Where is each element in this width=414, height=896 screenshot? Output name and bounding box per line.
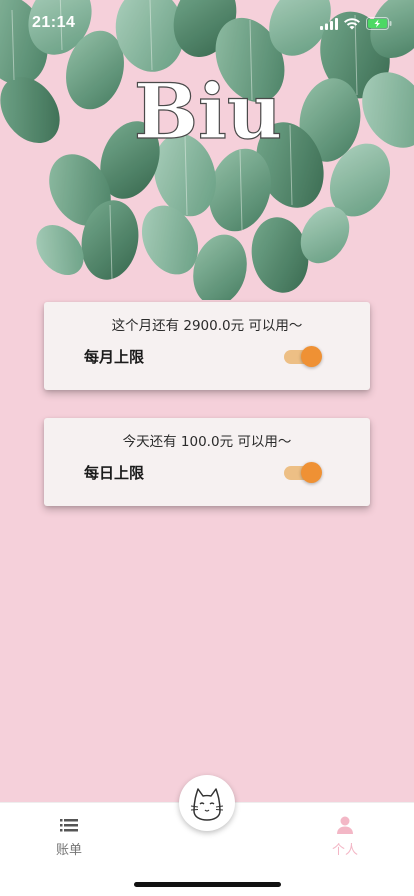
status-icons [320,17,392,30]
tab-profile-label: 个人 [331,843,358,858]
cat-face-icon [190,788,224,821]
daily-limit-label: 每日上限 [84,464,145,482]
daily-limit-toggle[interactable] [284,461,322,483]
tab-bill[interactable]: 账单 [9,803,129,863]
list-icon [60,819,78,832]
daily-budget-card: 今天还有 100.0元 可以用～ 每日上限 [44,418,370,506]
home-indicator [134,882,281,887]
add-record-button[interactable] [179,775,235,831]
monthly-budget-card: 这个月还有 2900.0元 可以用～ 每月上限 [44,302,370,390]
toggle-thumb [301,462,322,483]
daily-remaining-text: 今天还有 100.0元 可以用～ [122,434,292,450]
battery-charging-icon [366,17,392,30]
toggle-thumb [301,346,322,367]
logo-text: Biu [134,67,282,155]
monthly-remaining-text: 这个月还有 2900.0元 可以用～ [111,318,303,334]
signal-icon [320,17,338,30]
tab-profile[interactable]: 个人 [285,803,405,863]
profile-page: 21:14 Biu 这个月还有 2900.0元 可以用～ 每月上限 今天还有 1… [0,0,414,896]
app-logo: Biu [128,60,288,156]
monthly-limit-toggle[interactable] [284,345,322,367]
status-time: 21:14 [32,14,76,31]
monthly-limit-label: 每月上限 [84,348,145,366]
person-icon [337,816,353,834]
status-bar: 21:14 [0,0,414,44]
wifi-icon [344,17,360,29]
tab-bill-label: 账单 [55,843,82,858]
